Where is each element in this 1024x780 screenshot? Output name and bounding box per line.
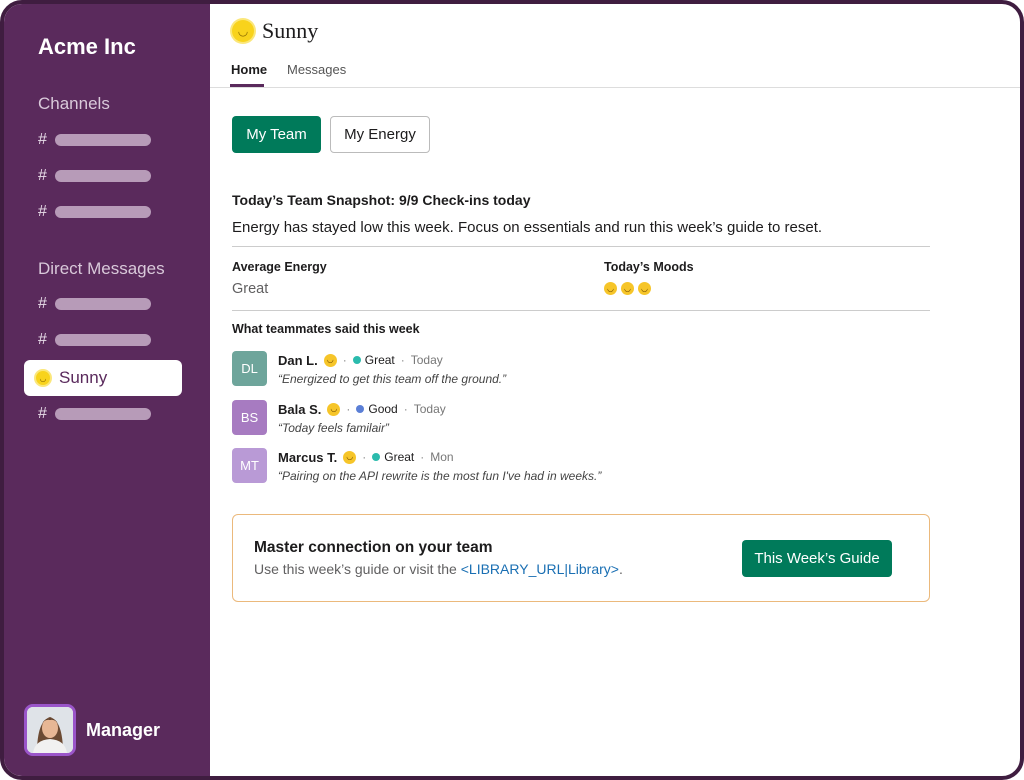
- app-window: Acme Inc Channels # # # Direct Messages …: [0, 0, 1024, 780]
- channel-name-placeholder: [55, 170, 151, 182]
- feedback-quote: “Pairing on the API rewrite is the most …: [278, 469, 602, 483]
- my-energy-button[interactable]: My Energy: [330, 116, 430, 153]
- status-dot: [352, 356, 361, 364]
- average-energy-value: Great: [232, 281, 269, 297]
- feedback-entry: MT Marcus T. ◡ · Great · Mon “Pairing on…: [232, 448, 601, 483]
- hash-icon: #: [38, 405, 47, 422]
- sun-smiley-icon: ◡: [232, 20, 254, 42]
- hash-icon: #: [38, 203, 47, 220]
- dm-name-placeholder: [55, 408, 151, 420]
- sidebar-channel-3[interactable]: #: [38, 202, 151, 222]
- feedback-entry: BS Bala S. ◡ · Good · Today “Today feels…: [232, 400, 446, 435]
- sidebar-dm-1[interactable]: #: [38, 294, 151, 314]
- timestamp: Today: [413, 402, 446, 416]
- status-label: Good: [368, 402, 398, 416]
- teammate-name[interactable]: Dan L.: [278, 353, 318, 368]
- sidebar-dm-2[interactable]: #: [38, 330, 151, 350]
- user-avatar[interactable]: [24, 704, 76, 756]
- tab-home[interactable]: Home: [231, 62, 267, 77]
- snapshot-title: Today’s Team Snapshot: 9/9 Check-ins tod…: [232, 192, 531, 208]
- status-label: Great: [364, 353, 395, 367]
- hash-icon: #: [38, 131, 47, 148]
- my-team-button[interactable]: My Team: [232, 116, 321, 153]
- app-title: ◡ Sunny: [232, 18, 318, 44]
- user-photo: [27, 707, 73, 753]
- user-role-label: Manager: [86, 720, 161, 740]
- dm-name-placeholder: [55, 334, 151, 346]
- todays-moods: ◡ ◡ ◡: [604, 282, 651, 295]
- guide-card: Master connection on your team Use this …: [232, 514, 930, 602]
- teammate-name[interactable]: Marcus T.: [278, 450, 337, 465]
- status-dot: [356, 405, 365, 413]
- todays-moods-label: Today’s Moods: [604, 260, 694, 274]
- feedback-entry: DL Dan L. ◡ · Great · Today “Energized t…: [232, 351, 506, 386]
- hash-icon: #: [38, 295, 47, 312]
- separator: ·: [420, 450, 425, 464]
- hash-icon: #: [38, 167, 47, 184]
- card-text-before: Use this week’s guide or visit the: [254, 561, 461, 577]
- feedback-quote: “Energized to get this team off the grou…: [278, 372, 507, 386]
- smiley-emoji-icon: ◡: [327, 402, 341, 416]
- channel-name-placeholder: [55, 206, 151, 218]
- card-text-after: .: [618, 561, 623, 577]
- status-label: Great: [384, 450, 415, 464]
- hash-icon: #: [38, 331, 47, 348]
- smiley-emoji-icon: ◡: [621, 282, 634, 295]
- sidebar-dm-3[interactable]: #: [38, 404, 151, 424]
- separator: ·: [342, 353, 347, 367]
- this-weeks-guide-button[interactable]: This Week’s Guide: [742, 540, 892, 577]
- app-name: Sunny: [262, 18, 319, 43]
- average-energy-label: Average Energy: [232, 260, 327, 274]
- teammate-name[interactable]: Bala S.: [278, 402, 321, 417]
- feedback-heading: What teammates said this week: [232, 322, 420, 336]
- sidebar-channel-1[interactable]: #: [38, 130, 151, 150]
- main-panel: ◡ Sunny Home Messages My Team My Energy …: [210, 4, 1020, 776]
- divider: [232, 246, 930, 247]
- avatar[interactable]: BS: [232, 400, 267, 435]
- snapshot-description: Energy has stayed low this week. Focus o…: [232, 219, 823, 236]
- separator: ·: [400, 353, 405, 367]
- separator: ·: [362, 450, 367, 464]
- separator: ·: [346, 402, 351, 416]
- sidebar-channel-2[interactable]: #: [38, 166, 151, 186]
- sidebar-item-sunny[interactable]: ◡ Sunny: [24, 360, 182, 396]
- separator: ·: [403, 402, 408, 416]
- smiley-emoji-icon: ◡: [343, 450, 357, 464]
- direct-messages-heading[interactable]: Direct Messages: [38, 259, 165, 279]
- timestamp: Today: [410, 353, 443, 367]
- active-tab-indicator: [230, 84, 264, 87]
- sidebar: Acme Inc Channels # # # Direct Messages …: [4, 4, 210, 776]
- sun-smiley-icon: ◡: [36, 371, 50, 385]
- smiley-emoji-icon: ◡: [638, 282, 651, 295]
- divider: [232, 310, 930, 311]
- avatar[interactable]: MT: [232, 448, 267, 483]
- card-text: Use this week’s guide or visit the <LIBR…: [254, 561, 623, 577]
- workspace-name[interactable]: Acme Inc: [38, 34, 136, 60]
- feedback-quote: “Today feels familair”: [278, 421, 389, 435]
- library-link[interactable]: <LIBRARY_URL|Library>: [461, 561, 619, 577]
- smiley-emoji-icon: ◡: [604, 282, 617, 295]
- app-header: ◡ Sunny Home Messages: [210, 4, 1020, 88]
- avatar[interactable]: DL: [232, 351, 267, 386]
- channel-name-placeholder: [55, 134, 151, 146]
- dm-name-placeholder: [55, 298, 151, 310]
- card-title: Master connection on your team: [254, 539, 493, 556]
- status-dot: [372, 453, 381, 461]
- timestamp: Mon: [430, 450, 454, 464]
- smiley-emoji-icon: ◡: [323, 353, 337, 367]
- tab-messages[interactable]: Messages: [287, 62, 346, 77]
- channels-heading[interactable]: Channels: [38, 94, 110, 114]
- sidebar-item-label: Sunny: [59, 368, 108, 387]
